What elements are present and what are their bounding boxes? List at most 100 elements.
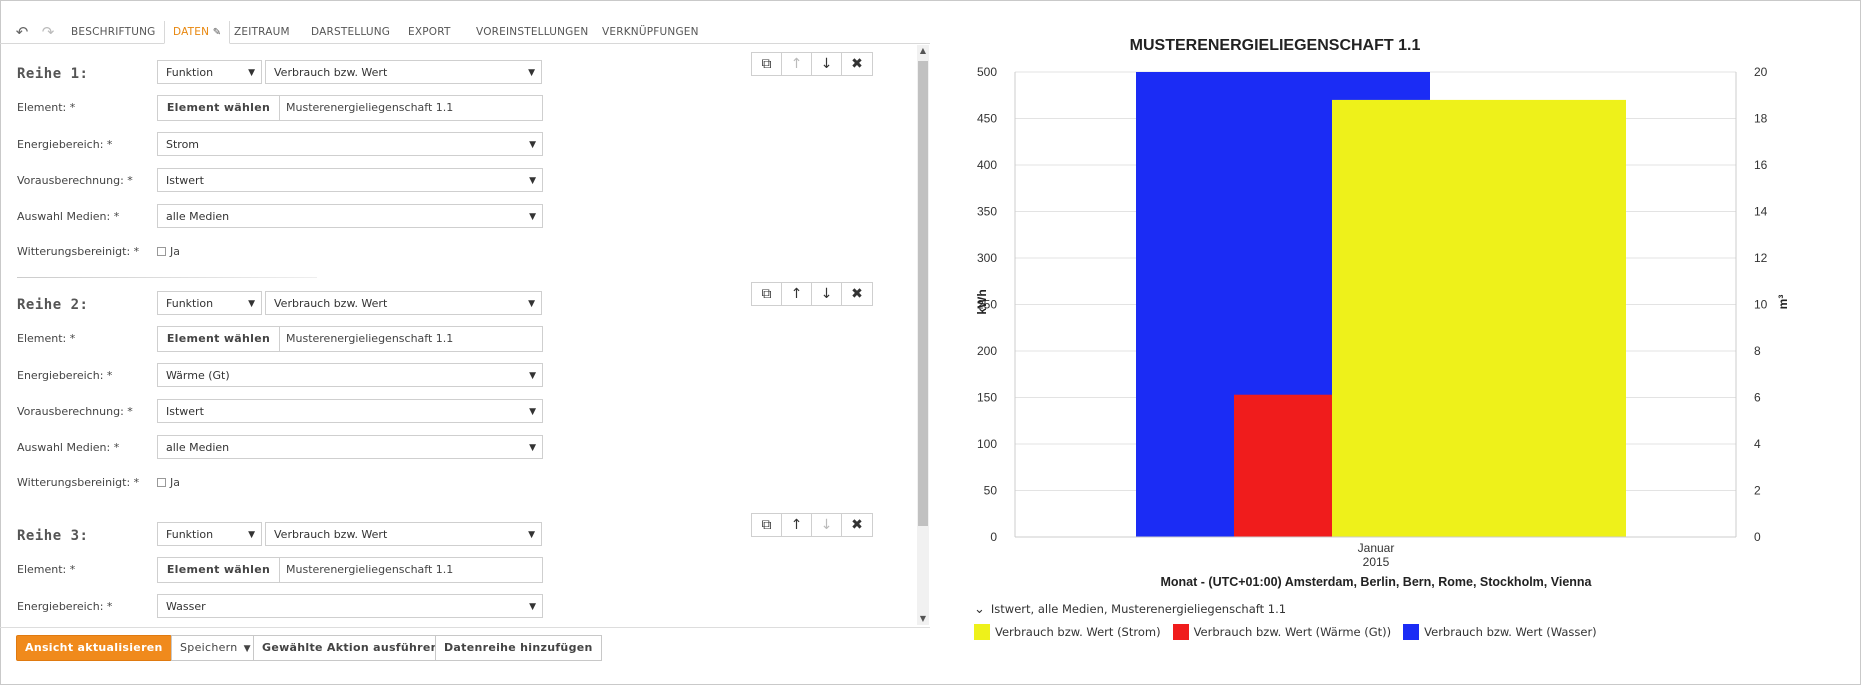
save-label: Speichern	[180, 641, 238, 654]
series-3-element-value: Musterenergieliegenschaft 1.1	[286, 563, 454, 576]
series-2-energiebereich-label: Energiebereich: *	[17, 369, 113, 382]
scroll-down-icon[interactable]: ▼	[917, 613, 929, 625]
scrollbar[interactable]: ▲ ▼	[917, 45, 929, 625]
arrow-up-icon[interactable]: ↑	[782, 53, 812, 75]
chart-title: MUSTERENERGIELIEGENSCHAFT 1.1	[1130, 37, 1421, 54]
series-1-energiebereich-select[interactable]: Strom ▼	[157, 132, 543, 156]
series-3-title: Reihe 3:	[17, 528, 89, 544]
series-1-auswahl-medien-select[interactable]: alle Medien ▼	[157, 204, 543, 228]
series-1-element-button[interactable]: Element wählen	[158, 96, 280, 120]
series-list[interactable]: Reihe 1: Funktion ▼ Verbrauch bzw. Wert …	[0, 45, 930, 625]
close-icon[interactable]: ✖	[842, 514, 872, 536]
series-editor-panel: ↶ ↷ BESCHRIFTUNG DATEN ✎ ZEITRAUM DARSTE…	[0, 0, 930, 685]
arrow-down-icon[interactable]: ↓	[812, 53, 842, 75]
series-1-auswahl-medien-label: Auswahl Medien: *	[17, 210, 120, 223]
caret-down-icon: ▼	[243, 644, 251, 654]
checkbox-label: Ja	[170, 476, 180, 489]
series-1-vorausberechnung-label: Vorausberechnung: *	[17, 174, 133, 187]
legend-group-header[interactable]: ⌄ Istwert, alle Medien, Musterenergielieg…	[974, 602, 1286, 617]
arrow-down-icon[interactable]: ↓	[812, 283, 842, 305]
y-right-tick-label: 10	[1754, 298, 1768, 312]
tab-darstellung[interactable]: DARSTELLUNG	[311, 26, 390, 38]
arrow-down-icon[interactable]: ↓	[812, 514, 842, 536]
chart-panel: MUSTERENERGIELIEGENSCHAFT 1.1 0 50 100 150 2…	[930, 0, 1861, 685]
copy-icon[interactable]: ⧉	[752, 283, 782, 305]
bar-verbrauch-bzw-wert-w-rme-gt-	[1234, 394, 1332, 537]
tab-verknuepfungen[interactable]: VERKNÜPFUNGEN	[602, 26, 699, 38]
checkbox[interactable]	[157, 478, 166, 487]
y-right-tick-label: 12	[1754, 251, 1768, 265]
series-1-auswahl-medien-value: alle Medien	[166, 210, 230, 223]
caret-down-icon: ▼	[529, 407, 536, 417]
tab-zeitraum[interactable]: ZEITRAUM	[234, 26, 290, 38]
series-1-witterung-label: Witterungsbereinigt: *	[17, 245, 140, 258]
caret-down-icon: ▼	[529, 371, 536, 381]
series-3-controls: ⧉ ↑ ↓ ✖	[751, 513, 873, 537]
undo-icon[interactable]: ↶	[14, 24, 30, 40]
copy-icon[interactable]: ⧉	[752, 53, 782, 75]
series-3-value-select[interactable]: Verbrauch bzw. Wert ▼	[265, 522, 542, 546]
series-2-witterung-label: Witterungsbereinigt: *	[17, 476, 140, 489]
series-1-value: Verbrauch bzw. Wert	[274, 66, 388, 79]
arrow-up-icon[interactable]: ↑	[782, 283, 812, 305]
series-3-type-select[interactable]: Funktion ▼	[157, 522, 262, 546]
caret-down-icon: ▼	[528, 68, 535, 78]
series-3-energiebereich-select[interactable]: Wasser ▼	[157, 594, 543, 618]
series-2-element-label: Element: *	[17, 332, 76, 345]
series-2-auswahl-medien-select[interactable]: alle Medien ▼	[157, 435, 543, 459]
redo-icon[interactable]: ↷	[40, 24, 56, 40]
y-axis-right-label: m³	[1776, 295, 1790, 310]
series-1-witterung-checkbox[interactable]: Ja	[157, 245, 180, 258]
series-3-element-button[interactable]: Element wählen	[158, 558, 280, 582]
series-2-auswahl-medien-value: alle Medien	[166, 441, 230, 454]
close-icon[interactable]: ✖	[842, 53, 872, 75]
arrow-up-icon[interactable]: ↑	[782, 514, 812, 536]
tab-bar: ↶ ↷ BESCHRIFTUNG DATEN ✎ ZEITRAUM DARSTE…	[0, 21, 930, 44]
refresh-view-button[interactable]: Ansicht aktualisieren	[16, 635, 172, 661]
caret-down-icon: ▼	[529, 212, 536, 222]
legend-group-title: Istwert, alle Medien, Musterenergieliege…	[990, 602, 1287, 616]
series-2-value-select[interactable]: Verbrauch bzw. Wert ▼	[265, 291, 542, 315]
series-2-element-button[interactable]: Element wählen	[158, 327, 280, 351]
series-1-vorausberechnung-select[interactable]: Istwert ▼	[157, 168, 543, 192]
copy-icon[interactable]: ⧉	[752, 514, 782, 536]
legend-item-wasser[interactable]: Verbrauch bzw. Wert (Wasser)	[1403, 622, 1597, 642]
y-right-tick-label: 14	[1754, 205, 1768, 219]
series-1-element-label: Element: *	[17, 101, 76, 114]
tab-beschriftung[interactable]: BESCHRIFTUNG	[71, 26, 155, 38]
series-2-energiebereich-select[interactable]: Wärme (Gt) ▼	[157, 363, 543, 387]
checkbox[interactable]	[157, 247, 166, 256]
tab-daten[interactable]: DATEN ✎	[164, 21, 231, 44]
series-1-controls: ⧉ ↑ ↓ ✖	[751, 52, 873, 76]
scrollbar-thumb[interactable]	[918, 61, 928, 526]
legend-item-waerme[interactable]: Verbrauch bzw. Wert (Wärme (Gt))	[1172, 622, 1391, 642]
y-right-tick-label: 18	[1754, 112, 1768, 126]
series-1-title: Reihe 1:	[17, 66, 89, 82]
close-icon[interactable]: ✖	[842, 283, 872, 305]
caret-down-icon: ▼	[529, 443, 536, 453]
tab-export[interactable]: EXPORT	[408, 26, 451, 38]
legend-swatch-waerme	[1172, 624, 1189, 640]
caret-down-icon: ▼	[248, 299, 255, 309]
run-action-button[interactable]: Gewählte Aktion ausführen	[253, 635, 448, 661]
y-right-tick-label: 0	[1754, 530, 1761, 544]
chart: MUSTERENERGIELIEGENSCHAFT 1.1 0501001502…	[975, 37, 1790, 589]
series-2-controls: ⧉ ↑ ↓ ✖	[751, 282, 873, 306]
series-2-witterung-checkbox[interactable]: Ja	[157, 476, 180, 489]
series-1-type-select[interactable]: Funktion ▼	[157, 60, 262, 84]
y-left-tick-label: 100	[977, 437, 997, 451]
series-2-vorausberechnung-select[interactable]: Istwert ▼	[157, 399, 543, 423]
scroll-up-icon[interactable]: ▲	[917, 45, 929, 57]
save-dropdown[interactable]: Speichern ▼	[171, 635, 260, 661]
chevron-down-icon[interactable]: ⌄	[974, 602, 985, 617]
series-2-value: Verbrauch bzw. Wert	[274, 297, 388, 310]
y-left-tick-label: 50	[984, 484, 998, 498]
x-tick-label-month: Januar	[1358, 541, 1395, 555]
y-left-tick-label: 400	[977, 158, 997, 172]
y-right-tick-label: 16	[1754, 158, 1768, 172]
tab-voreinstellungen[interactable]: VOREINSTELLUNGEN	[476, 26, 588, 38]
series-2-type-select[interactable]: Funktion ▼	[157, 291, 262, 315]
legend-item-strom[interactable]: Verbrauch bzw. Wert (Strom)	[974, 622, 1161, 642]
series-1-value-select[interactable]: Verbrauch bzw. Wert ▼	[265, 60, 542, 84]
add-series-button[interactable]: Datenreihe hinzufügen	[435, 635, 602, 661]
